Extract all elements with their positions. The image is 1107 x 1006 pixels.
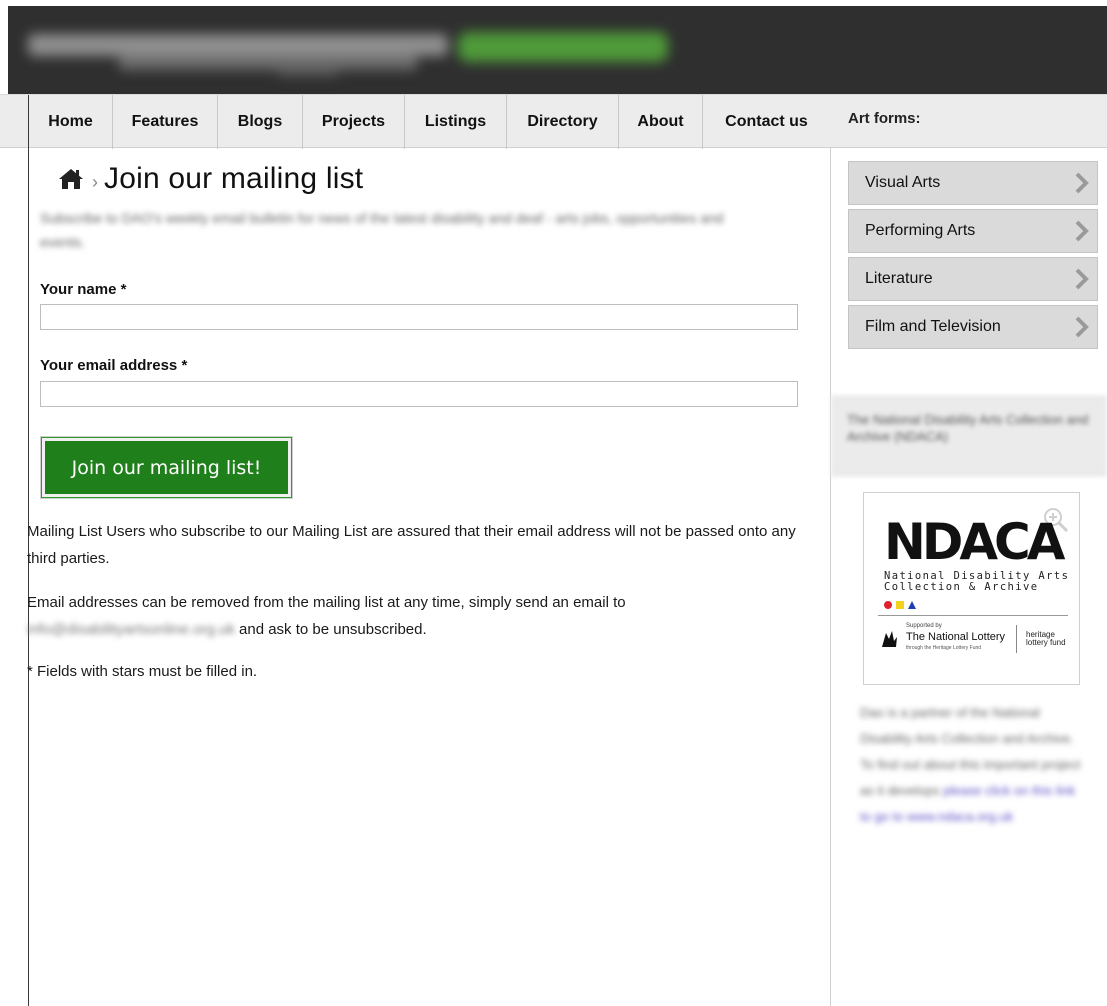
ndaca-logo-wordmark: NDACA [884, 513, 1065, 571]
ndaca-heading: The National Disability Arts Collection … [831, 396, 1107, 476]
nav-item-about[interactable]: About [618, 95, 702, 149]
supported-by-text: Supported by [906, 623, 942, 629]
national-lottery-icon [882, 631, 897, 647]
nav-item-home[interactable]: Home [28, 95, 112, 149]
ndaca-partner-text: Dao is a partner of the National Disabil… [860, 700, 1082, 830]
site-logo[interactable] [28, 28, 668, 76]
art-forms-list: Visual Arts Performing Arts Literature F… [848, 161, 1098, 353]
name-label: Your name * [40, 281, 127, 298]
art-form-visual-arts[interactable]: Visual Arts [848, 161, 1098, 205]
chevron-right-icon [1075, 316, 1089, 338]
email-label: Your email address * [40, 357, 188, 374]
remove-text-block: Email addresses can be removed from the … [27, 589, 817, 643]
email-input[interactable] [40, 381, 798, 407]
ndaca-logo-image[interactable]: NDACA National Disability Arts Collectio… [863, 492, 1080, 685]
chevron-right-icon [1075, 172, 1089, 194]
home-icon[interactable] [58, 166, 84, 192]
art-form-film-and-television[interactable]: Film and Television [848, 305, 1098, 349]
nav-item-directory[interactable]: Directory [506, 95, 618, 149]
art-form-label: Literature [865, 270, 933, 287]
required-note: * Fields with stars must be filled in. [27, 663, 258, 680]
art-form-performing-arts[interactable]: Performing Arts [848, 209, 1098, 253]
remove-text: Email addresses can be removed from the … [27, 594, 626, 611]
frame-divider-right [830, 94, 831, 1006]
privacy-text: Mailing List Users who subscribe to our … [27, 523, 796, 567]
chevron-right-icon [1075, 268, 1089, 290]
national-lottery-text: The National Lottery [906, 631, 1006, 643]
intro-text: Subscribe to DAO's weekly email bulletin… [40, 210, 724, 250]
chevron-right-icon [1075, 220, 1089, 242]
nav-item-listings[interactable]: Listings [404, 95, 506, 149]
name-input[interactable] [40, 304, 798, 330]
breadcrumb: › Join our mailing list [58, 162, 363, 196]
art-form-label: Film and Television [865, 318, 1001, 335]
heritage-lottery-text: heritage lottery fund [1026, 630, 1066, 647]
ndaca-logo-subtitle: National Disability Arts Collection & Ar… [884, 570, 1070, 593]
nav-item-projects[interactable]: Projects [302, 95, 404, 149]
ndaca-logo-shapes [884, 601, 916, 609]
nav-item-contact-us[interactable]: Contact us [702, 95, 830, 149]
nav-item-blogs[interactable]: Blogs [217, 95, 302, 149]
art-form-literature[interactable]: Literature [848, 257, 1098, 301]
page-title: Join our mailing list [104, 162, 364, 195]
join-mailing-list-button[interactable]: Join our mailing list! [40, 436, 293, 499]
site-banner[interactable] [8, 6, 1107, 94]
contact-email-link[interactable]: info@disabilityartsonline.org.uk [27, 616, 235, 643]
remove-suffix: and ask to be unsubscribed. [234, 621, 427, 638]
nav-item-features[interactable]: Features [112, 95, 217, 149]
main-nav: Home Features Blogs Projects Listings Di… [0, 94, 831, 149]
art-form-label: Performing Arts [865, 222, 976, 239]
art-forms-heading: Art forms: [831, 94, 1107, 148]
lottery-tiny-text: through the Heritage Lottery Fund [906, 645, 982, 651]
breadcrumb-separator-icon: › [92, 171, 98, 192]
art-form-label: Visual Arts [865, 174, 941, 191]
